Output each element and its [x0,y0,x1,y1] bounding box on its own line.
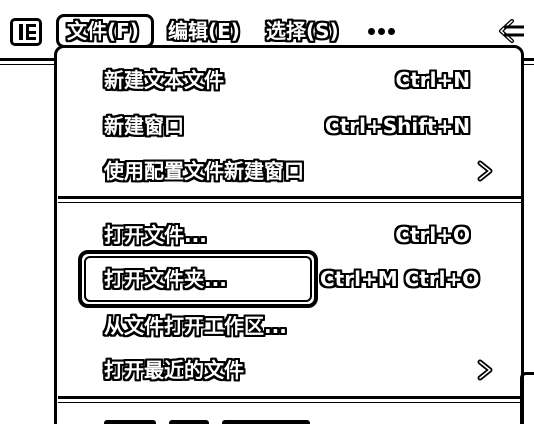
menu-item-open-file[interactable]: 打开文件... [104,218,207,252]
menu-item-clipped [104,412,364,424]
app-layout-icon[interactable] [10,18,42,46]
menu-item-open-workspace-from-file[interactable]: 从文件打开工作区... [104,309,287,343]
ellipsis-icon[interactable] [366,26,396,36]
chevron-right-icon [477,160,493,182]
menu-separator-inner [58,402,524,403]
background-panel-edge [520,372,534,424]
menu-item-new-window[interactable]: 新建窗口 [104,109,184,143]
menu-item-new-text-file[interactable]: 新建文本文件 [104,63,224,97]
menu-selection[interactable]: 选择(S) [258,14,358,48]
menu-item-new-window-with-profile[interactable]: 使用配置文件新建窗口 [104,154,304,188]
menu-separator [58,396,524,399]
menu-file[interactable]: 文件(F) [56,14,154,48]
arrow-left-icon[interactable] [496,16,526,46]
shortcut-new-window: Ctrl+Shift+N [325,114,470,138]
menu-bar-divider-left [0,64,54,65]
shortcut-new-text-file: Ctrl+N [395,68,470,92]
menu-separator [58,196,524,199]
chevron-right-icon [477,359,493,381]
menu-separator-inner [58,202,524,203]
screen: 文件(F) 编辑(E) 选择(S) 新建文本文件 Ctrl+N 新建窗口 Ctr… [0,0,534,424]
menu-edit[interactable]: 编辑(E) [160,14,256,48]
menu-item-open-folder[interactable]: 打开文件夹... [104,262,227,296]
shortcut-open-folder: Ctrl+M Ctrl+O [320,267,480,291]
shortcut-open-file: Ctrl+O [395,223,470,247]
menu-item-open-recent[interactable]: 打开最近的文件 [104,353,244,387]
